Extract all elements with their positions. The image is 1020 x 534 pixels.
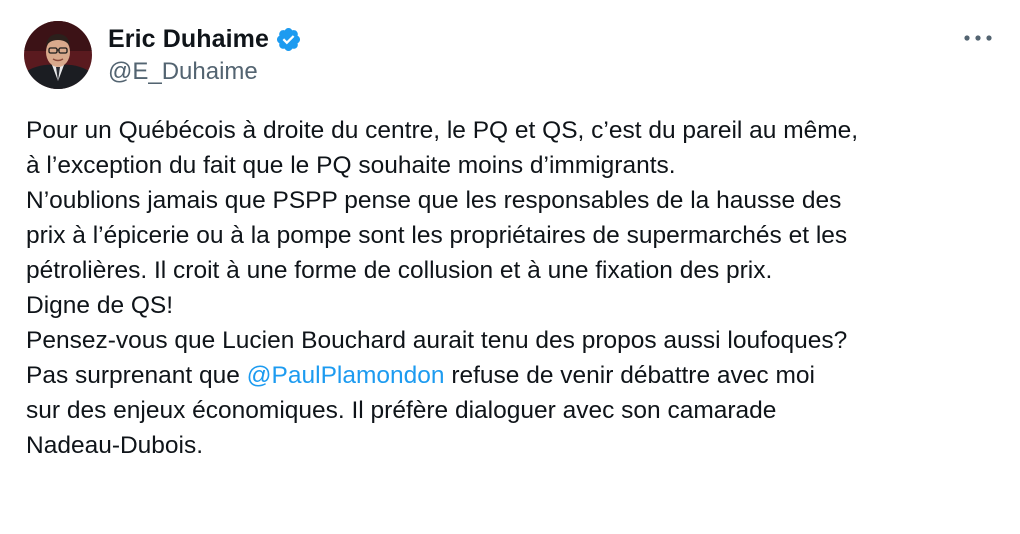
tweet-line: pétrolières. Il croit à une forme de col… (26, 257, 773, 284)
more-icon (964, 35, 992, 41)
tweet-line: Digne de QS! (26, 292, 174, 319)
avatar[interactable] (24, 21, 92, 89)
tweet-text: Pour un Québécois à droite du centre, le… (26, 113, 1001, 463)
mention-link[interactable]: @PaulPlamondon (247, 362, 445, 389)
author-name-row: Eric Duhaime (108, 22, 302, 56)
tweet-line: Nadeau-Dubois. (26, 432, 204, 459)
tweet-line: à l’exception du fait que le PQ souhaite… (26, 152, 676, 179)
more-options-button[interactable] (958, 26, 998, 50)
tweet-line-with-mention: Pas surprenant que @PaulPlamondon refuse… (26, 358, 1001, 393)
mention-suffix: refuse de venir débattre avec moi (444, 362, 815, 389)
avatar-photo-icon (24, 21, 92, 89)
tweet-line: Pour un Québécois à droite du centre, le… (26, 117, 859, 144)
tweet-line: N’oublions jamais que PSPP pense que les… (26, 187, 842, 214)
verified-badge-icon[interactable] (275, 26, 302, 53)
author-handle[interactable]: @E_Duhaime (108, 58, 258, 86)
author-display-name[interactable]: Eric Duhaime (108, 25, 269, 54)
tweet-line: sur des enjeux économiques. Il préfère d… (26, 397, 777, 424)
tweet-line: prix à l’épicerie ou à la pompe sont les… (26, 222, 848, 249)
tweet-card: Eric Duhaime @E_Duhaime Pour un Québécoi… (0, 0, 1020, 534)
tweet-line: Pensez-vous que Lucien Bouchard aurait t… (26, 327, 848, 354)
mention-prefix: Pas surprenant que (26, 362, 247, 389)
